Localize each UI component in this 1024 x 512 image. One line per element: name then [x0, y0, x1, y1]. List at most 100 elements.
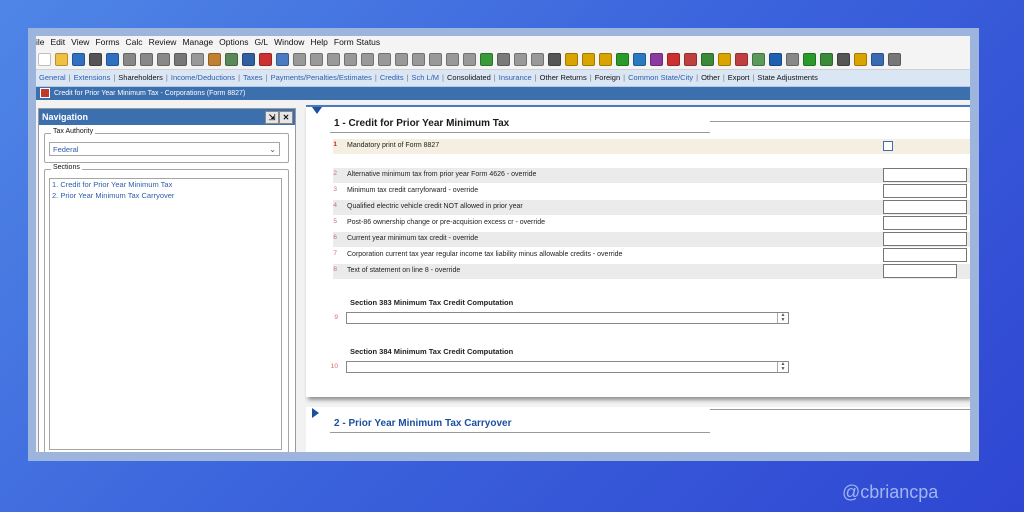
toolbar-button-icon[interactable] — [684, 52, 697, 66]
tab-state-adjustments[interactable]: State Adjustments — [754, 73, 820, 82]
toolbar-button-icon[interactable] — [327, 52, 340, 66]
toolbar-button-icon[interactable] — [429, 52, 442, 66]
toolbar-button-icon[interactable] — [310, 52, 323, 66]
toolbar-button-icon[interactable] — [361, 52, 374, 66]
menu-options[interactable]: Options — [219, 37, 248, 47]
section-2-title[interactable]: 2 - Prior Year Minimum Tax Carryover — [334, 418, 511, 429]
toolbar-button-icon[interactable] — [225, 52, 238, 66]
menu-calc[interactable]: Calc — [126, 37, 143, 47]
toolbar-button-icon[interactable] — [582, 52, 595, 66]
toolbar-button-icon[interactable] — [888, 52, 901, 66]
tab-extensions[interactable]: Extensions — [71, 73, 114, 82]
tab-sch-l-m[interactable]: Sch L/M — [409, 73, 443, 82]
toolbar-button-icon[interactable] — [89, 52, 102, 66]
toolbar-button-icon[interactable] — [395, 52, 408, 66]
section-384-textarea[interactable]: ▲ ▼ — [346, 361, 789, 373]
menu-file[interactable]: ile — [36, 37, 45, 47]
tab-other[interactable]: Other — [698, 73, 723, 82]
toolbar-button-icon[interactable] — [480, 52, 493, 66]
toolbar-button-icon[interactable] — [650, 52, 663, 66]
expand-arrow-icon[interactable] — [312, 408, 319, 418]
tab-shareholders[interactable]: Shareholders — [115, 73, 166, 82]
toolbar-button-icon[interactable] — [38, 52, 51, 66]
scroll-arrows-icon[interactable]: ▲ ▼ — [777, 313, 788, 323]
amt-prior-year-input[interactable] — [883, 168, 967, 182]
pin-icon[interactable]: ⇲ — [265, 111, 279, 124]
tab-common-state-city[interactable]: Common State/City — [625, 73, 696, 82]
toolbar-button-icon[interactable] — [157, 52, 170, 66]
toolbar-button-icon[interactable] — [871, 52, 884, 66]
toolbar-button-icon[interactable] — [344, 52, 357, 66]
toolbar-button-icon[interactable] — [735, 52, 748, 66]
menu-form-status[interactable]: Form Status — [334, 37, 380, 47]
menu-gl[interactable]: G/L — [254, 37, 268, 47]
toolbar-button-icon[interactable] — [548, 52, 561, 66]
toolbar-button-icon[interactable] — [123, 52, 136, 66]
tab-general[interactable]: General — [36, 73, 69, 82]
menu-manage[interactable]: Manage — [182, 37, 213, 47]
toolbar-button-icon[interactable] — [191, 52, 204, 66]
close-icon[interactable]: ✕ — [279, 111, 293, 124]
toolbar-button-icon[interactable] — [514, 52, 527, 66]
tab-export[interactable]: Export — [725, 73, 753, 82]
scroll-arrows-icon[interactable]: ▲ ▼ — [777, 362, 788, 372]
toolbar-button-icon[interactable] — [599, 52, 612, 66]
menu-help[interactable]: Help — [310, 37, 327, 47]
toolbar-button-icon[interactable] — [752, 52, 765, 66]
tab-other-returns[interactable]: Other Returns — [537, 73, 590, 82]
toolbar-button-icon[interactable] — [412, 52, 425, 66]
tab-payments-penalties-estimates[interactable]: Payments/Penalties/Estimates — [268, 73, 375, 82]
mandatory-print-checkbox[interactable] — [883, 141, 893, 151]
statement-text-input[interactable] — [883, 264, 957, 278]
toolbar-button-icon[interactable] — [276, 52, 289, 66]
toolbar-button-icon[interactable] — [259, 52, 272, 66]
toolbar-button-icon[interactable] — [72, 52, 85, 66]
toolbar-button-icon[interactable] — [55, 52, 68, 66]
toolbar-button-icon[interactable] — [446, 52, 459, 66]
toolbar-button-icon[interactable] — [633, 52, 646, 66]
toolbar-button-icon[interactable] — [837, 52, 850, 66]
tab-credits[interactable]: Credits — [377, 73, 407, 82]
section-item-carryover[interactable]: 2. Prior Year Minimum Tax Carryover — [50, 190, 281, 201]
ownership-change-input[interactable] — [883, 216, 967, 230]
toolbar-button-icon[interactable] — [667, 52, 680, 66]
section-item-credit[interactable]: 1. Credit for Prior Year Minimum Tax — [50, 179, 281, 190]
menu-review[interactable]: Review — [149, 37, 177, 47]
toolbar-button-icon[interactable] — [718, 52, 731, 66]
toolbar-button-icon[interactable] — [242, 52, 255, 66]
toolbar-button-icon[interactable] — [531, 52, 544, 66]
toolbar-button-icon[interactable] — [497, 52, 510, 66]
toolbar-button-icon[interactable] — [820, 52, 833, 66]
toolbar-button-icon[interactable] — [803, 52, 816, 66]
toolbar-button-icon[interactable] — [769, 52, 782, 66]
section-383-textarea[interactable]: ▲ ▼ — [346, 312, 789, 324]
toolbar-button-icon[interactable] — [293, 52, 306, 66]
tab-foreign[interactable]: Foreign — [592, 73, 623, 82]
toolbar-button-icon[interactable] — [174, 52, 187, 66]
current-year-credit-input[interactable] — [883, 232, 967, 246]
toolbar-button-icon[interactable] — [378, 52, 391, 66]
toolbar-button-icon[interactable] — [106, 52, 119, 66]
tab-consolidated[interactable]: Consolidated — [444, 73, 494, 82]
tab-insurance[interactable]: Insurance — [496, 73, 535, 82]
row-label: Mandatory print of Form 8827 — [347, 142, 440, 149]
tax-authority-select[interactable]: Federal ⌄ — [49, 142, 280, 156]
toolbar-button-icon[interactable] — [565, 52, 578, 66]
menu-window[interactable]: Window — [274, 37, 304, 47]
carryforward-input[interactable] — [883, 184, 967, 198]
tab-income-deductions[interactable]: Income/Deductions — [168, 73, 238, 82]
menu-edit[interactable]: Edit — [51, 37, 66, 47]
toolbar-button-icon[interactable] — [140, 52, 153, 66]
collapse-arrow-icon[interactable] — [312, 107, 322, 114]
toolbar-button-icon[interactable] — [854, 52, 867, 66]
toolbar-button-icon[interactable] — [463, 52, 476, 66]
toolbar-button-icon[interactable] — [208, 52, 221, 66]
toolbar-button-icon[interactable] — [616, 52, 629, 66]
menu-view[interactable]: View — [71, 37, 89, 47]
toolbar-button-icon[interactable] — [786, 52, 799, 66]
electric-vehicle-credit-input[interactable] — [883, 200, 967, 214]
tab-taxes[interactable]: Taxes — [240, 73, 266, 82]
regular-tax-liability-input[interactable] — [883, 248, 967, 262]
toolbar-button-icon[interactable] — [701, 52, 714, 66]
menu-forms[interactable]: Forms — [95, 37, 119, 47]
